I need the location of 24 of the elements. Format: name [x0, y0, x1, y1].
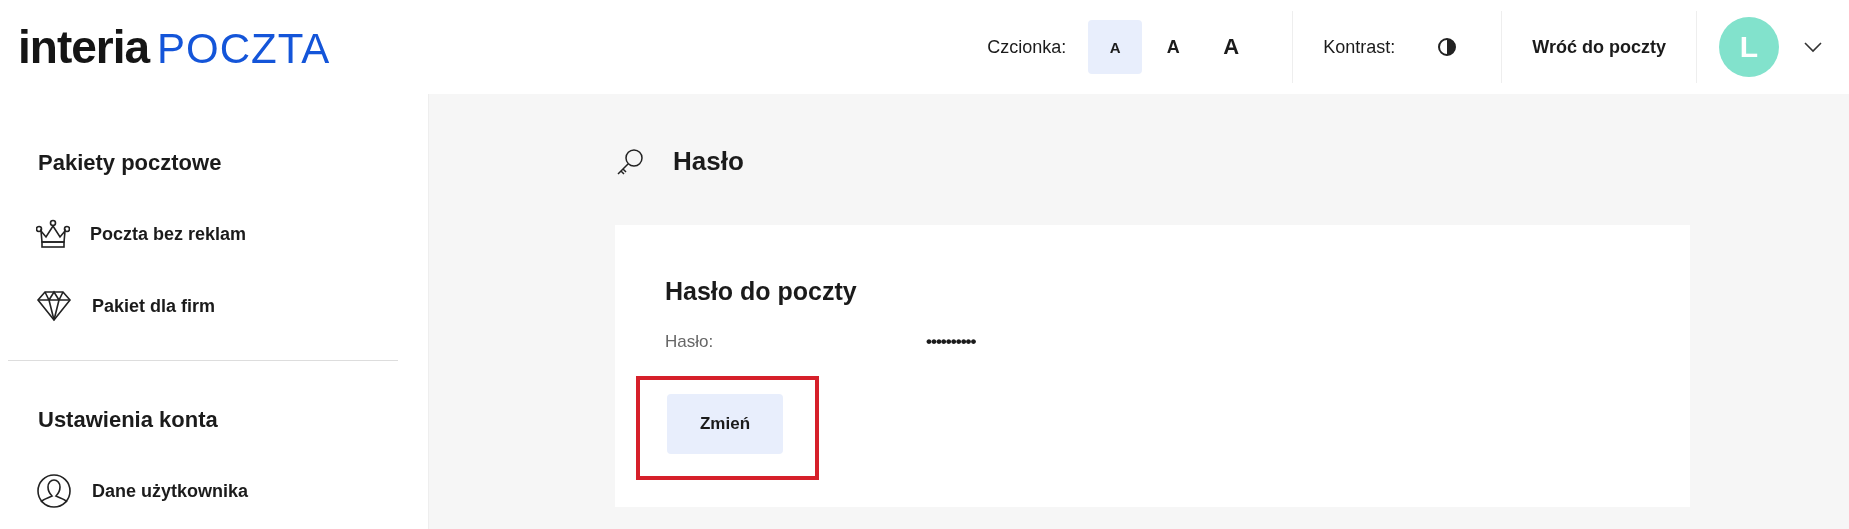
sidebar-item[interactable]: Poczta bez reklam: [36, 216, 428, 252]
diamond-icon: [36, 290, 72, 322]
logo-wordmark[interactable]: interia: [18, 20, 150, 74]
password-value: ••••••••••: [926, 332, 976, 352]
contrast-label: Kontrast:: [1323, 36, 1396, 58]
sidebar-item[interactable]: Pakiet dla firm: [36, 288, 428, 324]
sidebar-heading: Ustawienia konta: [38, 407, 219, 433]
font-label: Czcionka:: [987, 36, 1067, 58]
font-size-button[interactable]: A: [1204, 20, 1259, 74]
key-icon: [615, 146, 645, 177]
crown-icon: [36, 219, 70, 249]
product-name: POCZTA: [157, 25, 331, 73]
password-label: Hasło:: [665, 332, 715, 352]
font-size-button[interactable]: A: [1146, 20, 1201, 74]
user-icon: [36, 473, 72, 509]
back-to-mail-link[interactable]: Wróć do poczty: [1532, 36, 1666, 58]
sidebar-item[interactable]: Dane użytkownika: [36, 473, 428, 509]
page-title: Hasło: [673, 146, 744, 177]
contrast-icon[interactable]: [1437, 37, 1458, 57]
font-size-button[interactable]: A: [1088, 20, 1143, 74]
chevron-down-icon[interactable]: [1803, 41, 1823, 53]
change-button[interactable]: Zmień: [667, 394, 783, 454]
sidebar-heading: Pakiety pocztowe: [38, 150, 223, 176]
card-title: Hasło do poczty: [665, 277, 858, 306]
